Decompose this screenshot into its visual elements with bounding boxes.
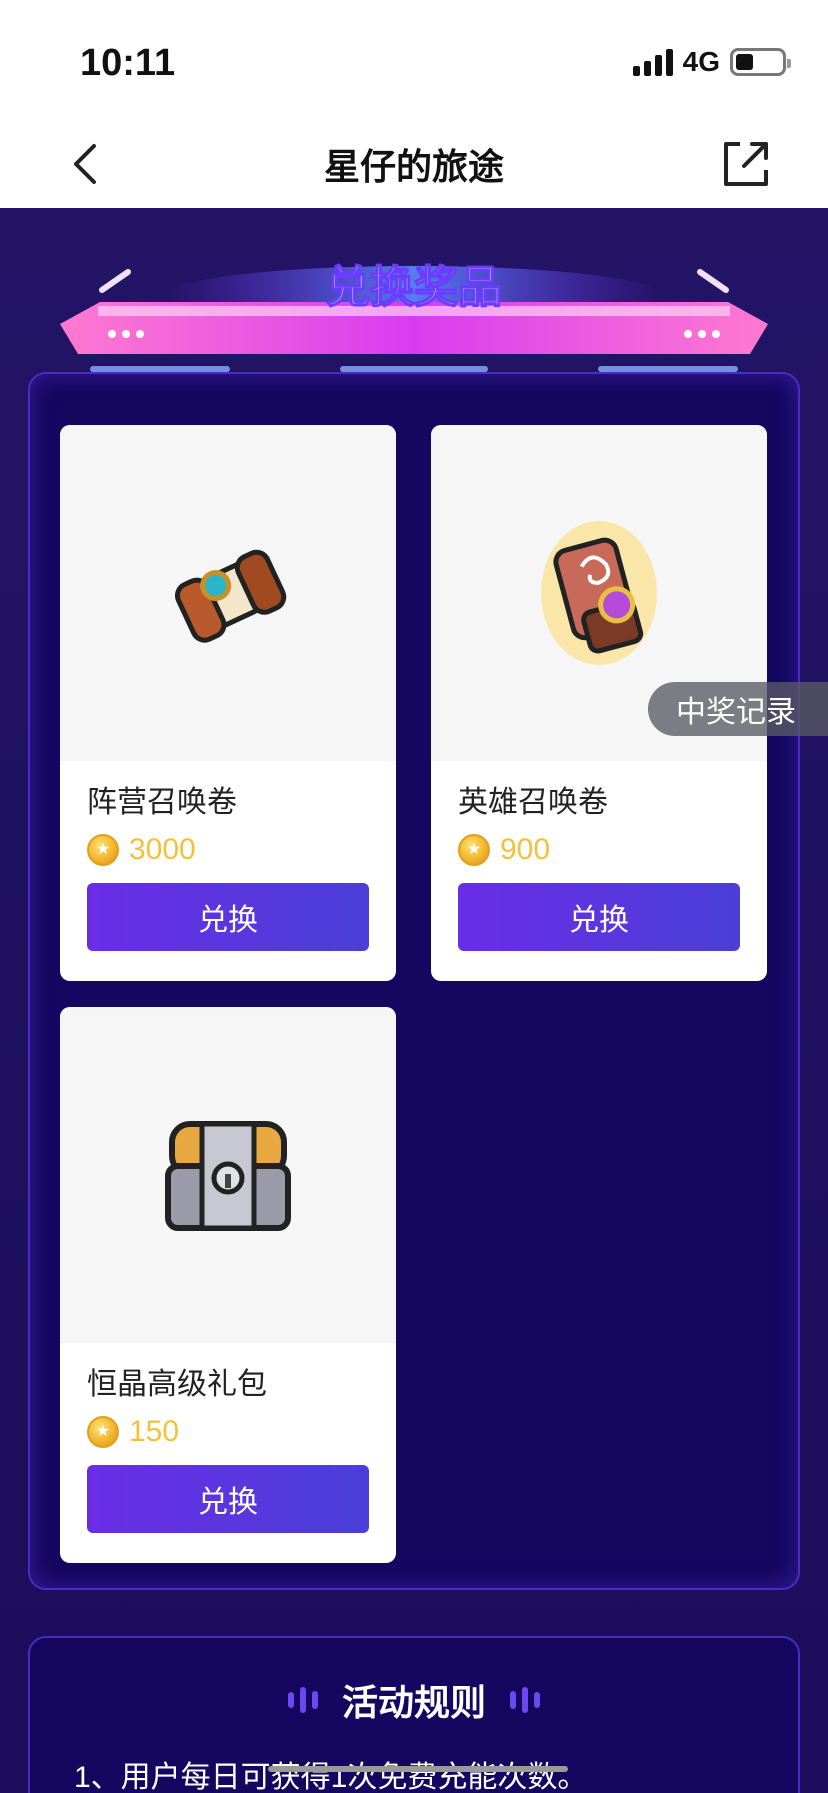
price-value: 900 xyxy=(500,833,551,866)
rules-header: 活动规则 xyxy=(30,1674,798,1726)
exchange-button[interactable]: 兑换 xyxy=(87,883,369,951)
price-value: 3000 xyxy=(129,833,196,866)
coin-icon: ★ xyxy=(87,834,119,866)
rules-title: 活动规则 xyxy=(341,1682,486,1723)
coin-icon: ★ xyxy=(458,834,490,866)
treasure-chest-icon xyxy=(165,1121,291,1231)
prize-record-tab[interactable]: 中奖记录 xyxy=(648,682,828,736)
product-price: ★ 3000 xyxy=(87,833,196,867)
external-link-icon xyxy=(724,142,768,186)
decor-bars-icon xyxy=(287,1687,318,1713)
status-bar: 10:11 4G xyxy=(0,0,828,120)
product-name: 恒晶高级礼包 xyxy=(87,1368,267,1401)
rule-line: 1、用户每日可获得1次免费充能次数。 xyxy=(74,1761,588,1793)
product-price: ★ 150 xyxy=(87,1415,179,1449)
page-title: 星仔的旅途 xyxy=(323,146,504,187)
share-button[interactable] xyxy=(718,136,774,192)
product-image xyxy=(60,425,396,761)
signal-icon xyxy=(632,48,673,76)
network-label: 4G xyxy=(682,46,720,77)
banner-title: 兑换奖品 xyxy=(326,262,502,313)
scroll-indicator xyxy=(268,1766,568,1772)
hero-scroll-icon xyxy=(541,521,657,665)
product-name: 英雄召唤卷 xyxy=(458,786,608,819)
exchange-button[interactable]: 兑换 xyxy=(458,883,740,951)
product-name: 阵营召唤卷 xyxy=(87,786,237,819)
status-indicators: 4G xyxy=(632,46,791,78)
coin-icon: ★ xyxy=(87,1416,119,1448)
price-value: 150 xyxy=(129,1415,180,1448)
battery-icon xyxy=(730,48,791,76)
status-time: 10:11 xyxy=(80,42,176,84)
nav-bar: 星仔的旅途 xyxy=(0,120,828,208)
product-price: ★ 900 xyxy=(458,833,550,867)
faction-scroll-icon xyxy=(174,549,287,643)
exchange-banner: 兑换奖品 xyxy=(60,262,768,372)
page: 10:11 4G 星仔的旅途 兑换奖品 阵营召唤卷 ★ 3000 兑换 英雄召唤… xyxy=(0,0,828,1793)
product-card: 阵营召唤卷 ★ 3000 兑换 xyxy=(60,425,396,981)
exchange-button[interactable]: 兑换 xyxy=(87,1465,369,1533)
product-card: 恒晶高级礼包 ★ 150 兑换 xyxy=(60,1007,396,1563)
decor-bars-icon xyxy=(510,1687,540,1713)
product-image xyxy=(60,1007,396,1343)
